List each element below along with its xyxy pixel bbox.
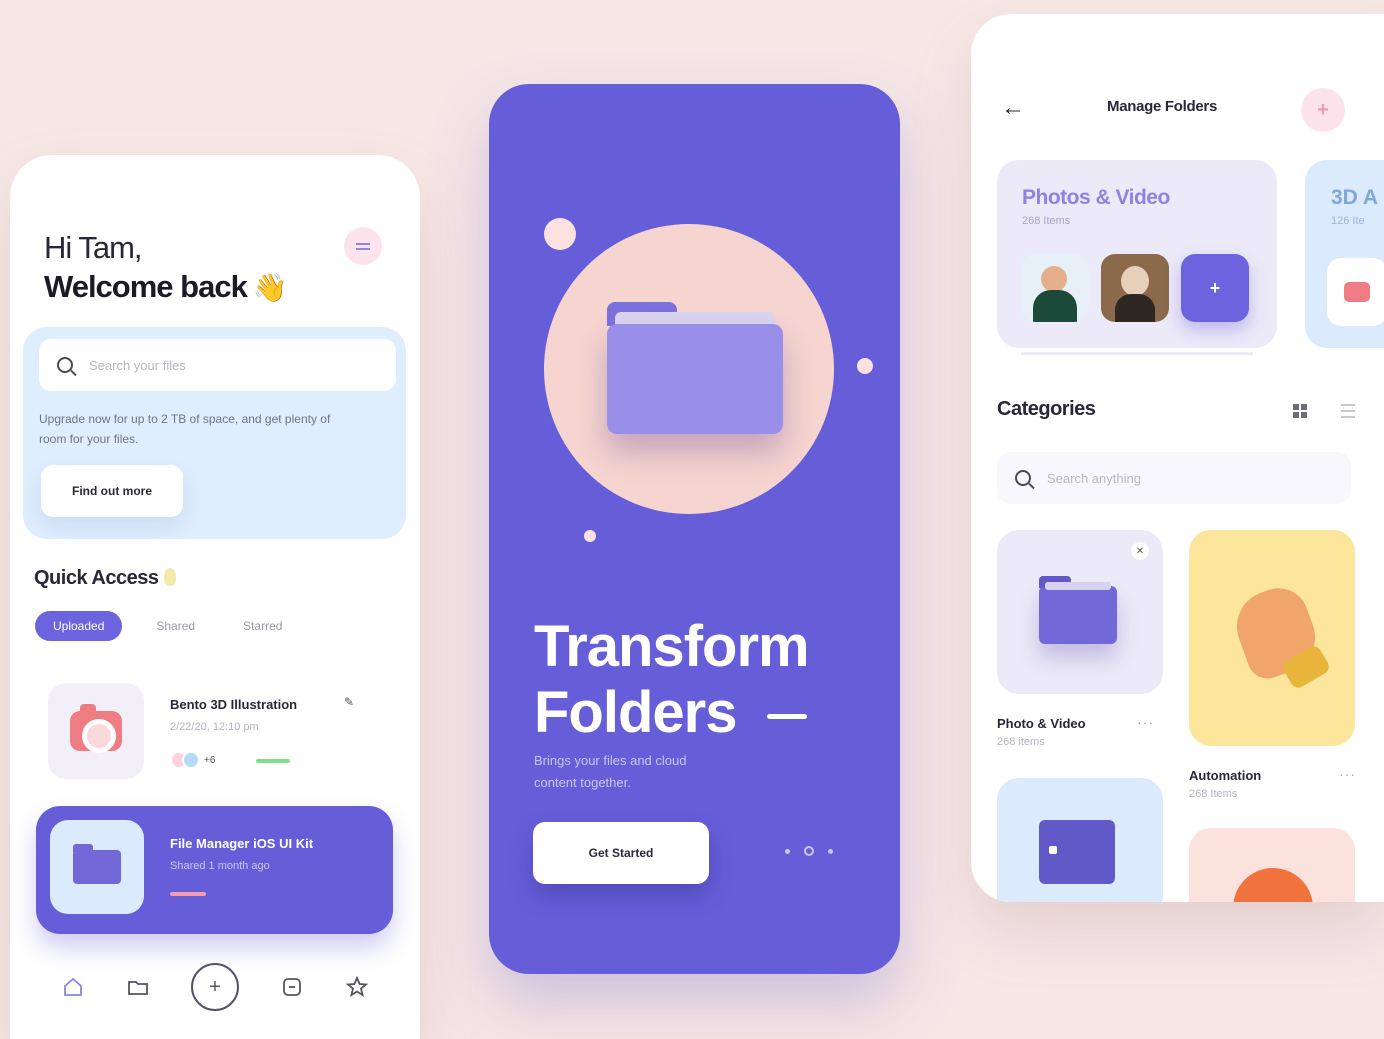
menu-icon [356,242,370,245]
hero-title-line2: Folders [534,680,809,746]
file-date: 2/22/20, 12:10 pm [170,721,259,733]
folder-card-photos[interactable]: Photos & Video 268 Items + [997,160,1277,348]
hero-subtitle: Brings your files and cloud content toge… [534,753,687,790]
manage-folders-screen: ← Manage Folders + Photos & Video 268 It… [971,14,1384,902]
category-card-media[interactable] [1189,828,1355,902]
category-count: 268 items [997,736,1045,748]
wave-icon: 👋 [252,272,288,303]
quick-access-title: Quick Access [34,567,177,590]
file-name: Bento 3D Illustration [170,697,298,712]
grid-view-icon[interactable] [1293,404,1307,418]
hero-title-line1: Transform [534,614,810,679]
shared-avatars: +6 [170,751,215,769]
close-icon[interactable]: ✕ [1131,542,1149,560]
folder-card-3d[interactable]: 3D A 126 Ite [1305,160,1384,348]
search-icon [57,357,73,373]
upgrade-text: Upgrade now for up to 2 TB of space, and… [39,412,331,446]
progress-bar [256,759,290,763]
photo-thumbnail[interactable] [1021,254,1089,322]
page-dot[interactable] [828,848,833,854]
star-icon[interactable] [345,975,369,999]
search-anything-input[interactable]: Search anything [997,452,1351,504]
pin-icon[interactable]: ✎ [344,695,354,709]
decor-dot [584,530,596,542]
tab-uploaded[interactable]: Uploaded [35,611,123,641]
carousel-indicator [1021,352,1253,355]
get-started-button[interactable]: Get Started [533,822,709,884]
menu-button[interactable] [344,227,382,265]
page-dot-active[interactable] [804,846,814,856]
folder-card-count: 268 Items [1022,215,1071,227]
folder-icon [1039,576,1117,644]
add-icon[interactable]: + [190,963,239,1011]
home-screen: Hi Tam, Welcome back 👋 Search your files … [10,155,420,1039]
file-thumbnail [48,683,144,779]
search-placeholder: Search your files [89,357,186,373]
search-placeholder: Search anything [1047,470,1141,486]
file-card-featured[interactable]: File Manager iOS UI Kit Shared 1 month a… [36,806,393,934]
more-icon[interactable]: ··· [1137,714,1154,730]
category-card-documents[interactable] [997,778,1163,902]
quick-access-label: Quick Access [34,567,159,589]
add-folder-button[interactable]: + [1301,88,1345,132]
file-item[interactable]: Bento 3D Illustration ✎ 2/22/20, 12:10 p… [48,683,398,783]
greeting-welcome: Welcome back 👋 [44,267,288,308]
more-icon[interactable]: ··· [1339,766,1356,782]
upgrade-card: Search your files Upgrade now for up to … [23,327,406,539]
categories-title: Categories [997,398,1096,420]
camera-icon [1233,868,1313,902]
folder-card-count: 126 Ite [1331,215,1365,227]
page-dot[interactable] [785,848,790,854]
camera-icon [70,704,122,753]
search-icon [1015,470,1031,486]
decor-dot [544,218,576,250]
category-card-automation[interactable] [1189,530,1355,746]
list-view-icon[interactable] [1341,404,1355,418]
page-indicator[interactable] [785,846,833,856]
quick-access-tabs: Uploaded Shared Starred [35,611,306,641]
title-dash [766,714,807,720]
file-card-thumbnail [50,820,144,914]
progress-bar [170,892,206,896]
category-count: 268 Items [1189,788,1238,800]
chat-icon[interactable] [280,975,304,999]
camera-icon [1344,282,1370,302]
home-icon[interactable] [61,975,85,999]
greeting-hi: Hi Tam, [44,230,143,265]
folder-card-title: Photos & Video [1022,186,1170,209]
file-card-title: File Manager iOS UI Kit [170,836,314,851]
folder-icon[interactable] [126,975,150,999]
find-out-more-button[interactable]: Find out more [41,465,183,517]
folder-thumbnails: + [1021,254,1249,322]
category-label: Photo & Video [997,716,1086,731]
tab-starred[interactable]: Starred [219,611,306,641]
avatar-more-count: +6 [204,754,216,766]
category-label: Automation [1189,768,1262,783]
add-photo-button[interactable]: + [1181,254,1249,322]
hero-illustration [544,224,834,514]
page-title: Manage Folders [1107,98,1217,115]
back-arrow-icon[interactable]: ← [1001,94,1025,122]
onboarding-screen: Transform Folders Brings your files and … [489,84,900,974]
hero-title-folders: Folders [534,680,737,745]
search-files-input[interactable]: Search your files [39,339,396,391]
avatar [182,751,200,769]
file-card-subtitle: Shared 1 month ago [170,860,270,872]
bulb-icon [164,568,177,586]
welcome-text: Welcome back [44,269,248,304]
photo-thumbnail[interactable] [1101,254,1169,322]
greeting: Hi Tam, Welcome back 👋 [44,229,288,308]
tab-shared[interactable]: Shared [132,611,219,641]
folder-dot [1049,846,1057,854]
folder-3d-icon [607,302,783,434]
bottom-tabbar: + [10,955,420,1019]
category-card-photo-video[interactable]: ✕ [997,530,1163,694]
folder-icon [73,844,121,884]
folder-card-title: 3D A [1331,186,1379,209]
decor-dot [857,358,873,374]
hero-title: Transform Folders [534,614,810,746]
camera-thumbnail [1327,258,1384,326]
